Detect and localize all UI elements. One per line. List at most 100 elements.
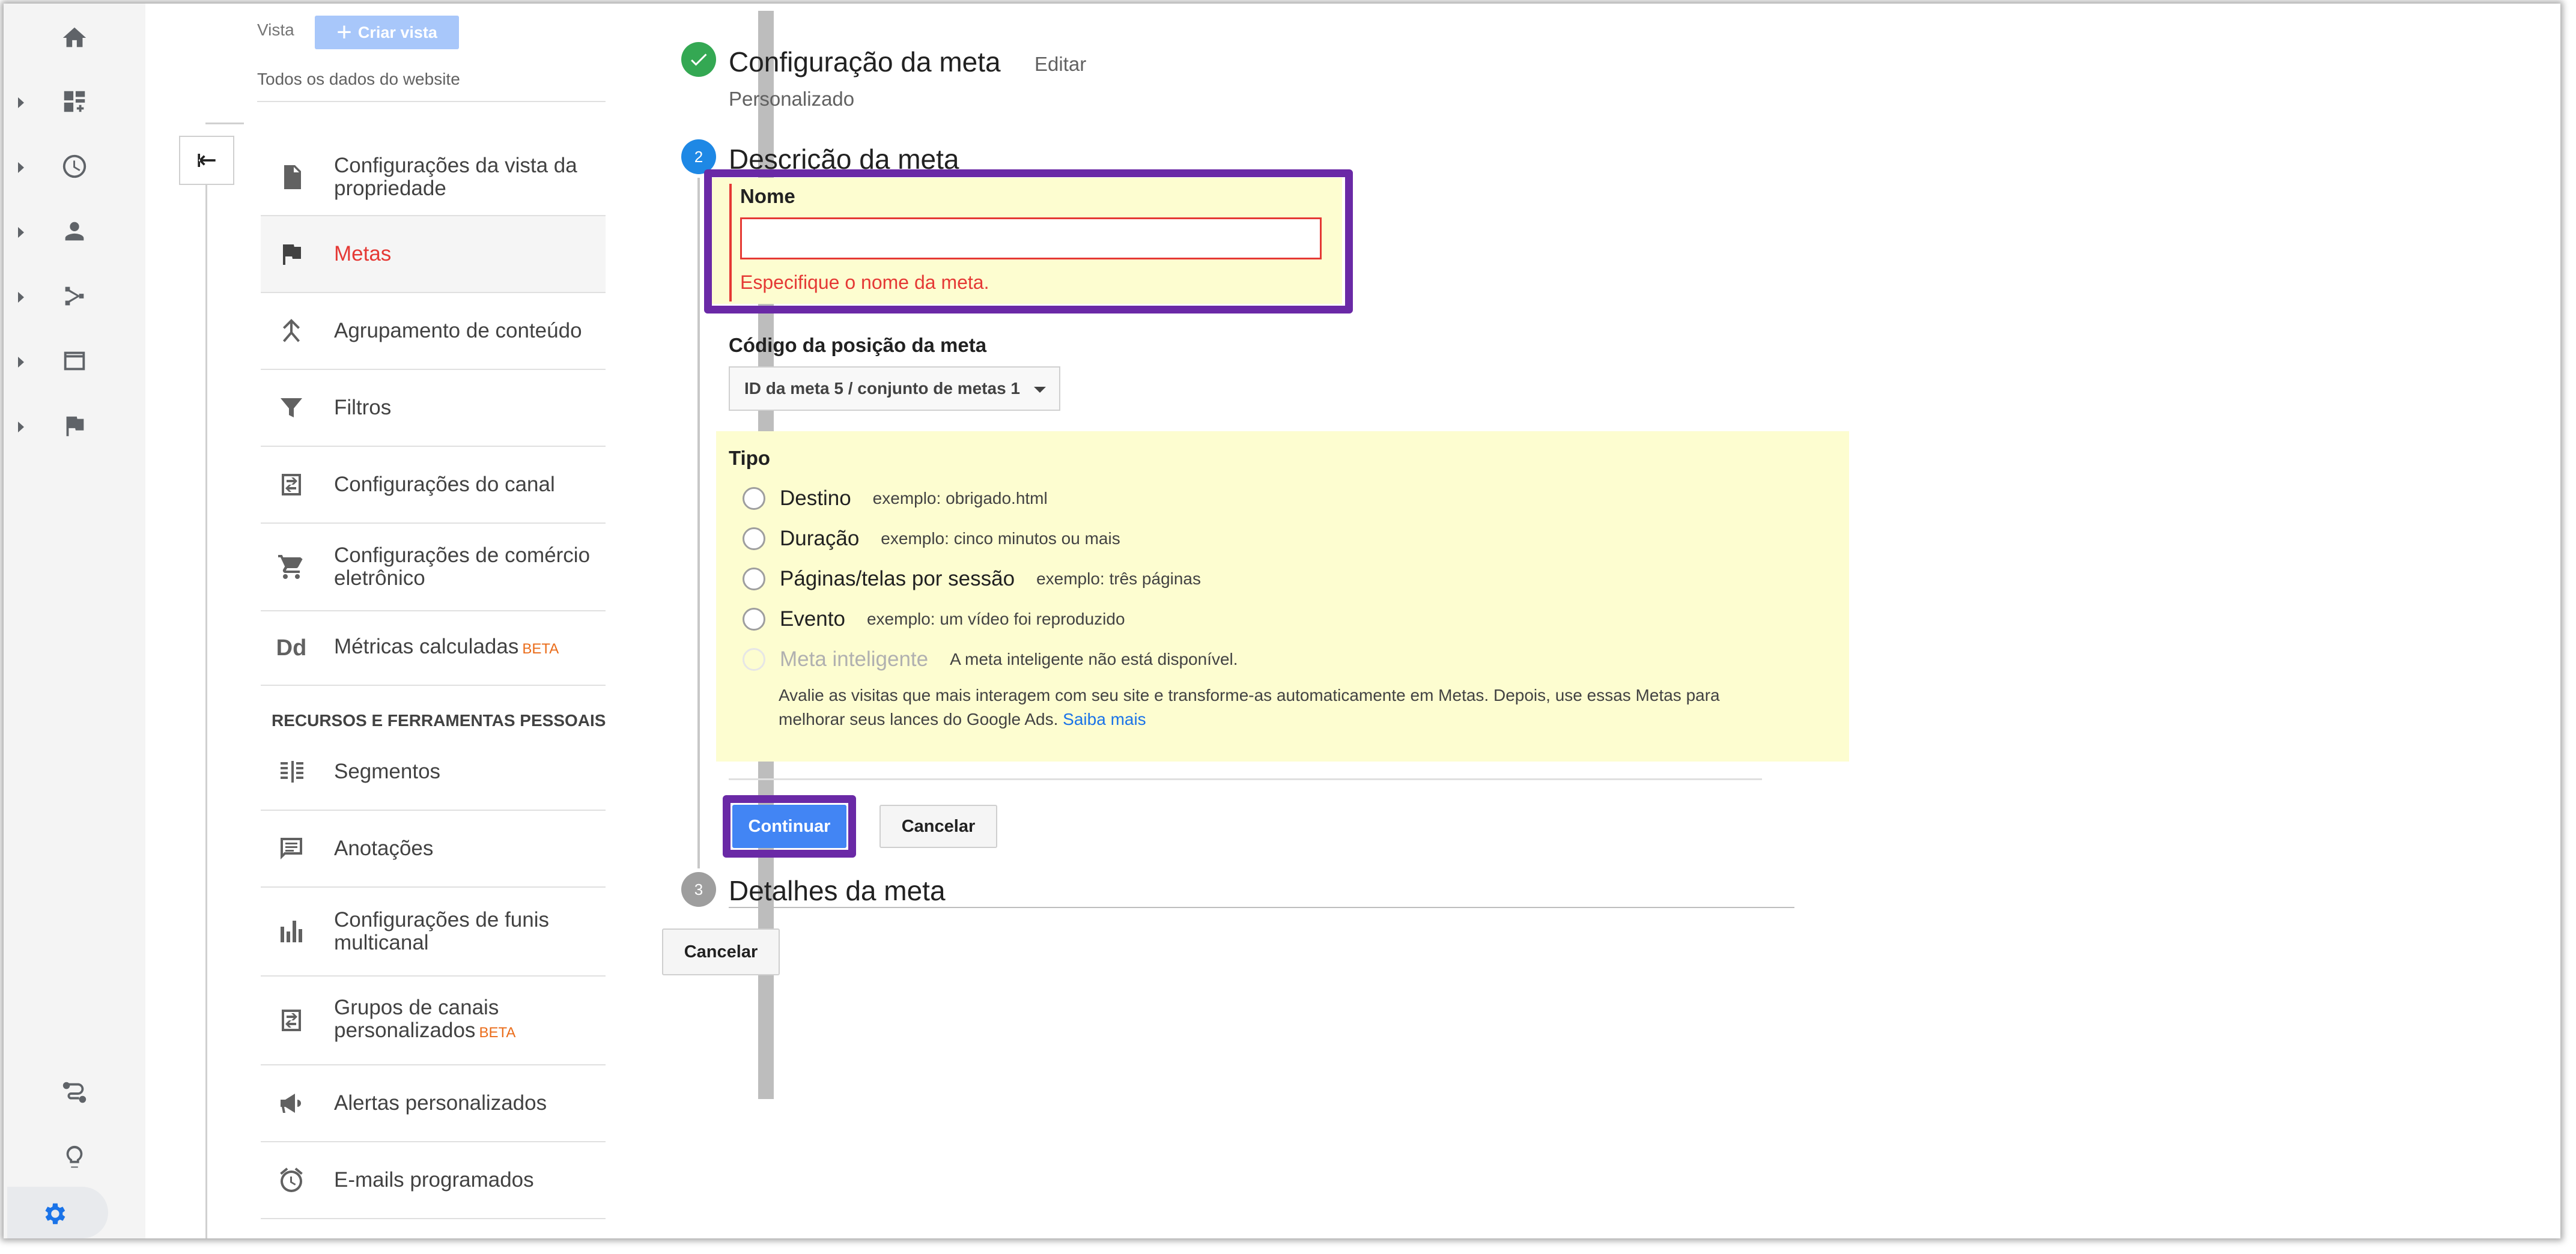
nav-item-filters[interactable]: Filtros xyxy=(261,370,606,447)
continue-highlight-box xyxy=(723,795,856,858)
expand-caret-icon xyxy=(18,227,24,238)
radio-button[interactable] xyxy=(743,568,765,590)
option-label: Meta inteligente xyxy=(780,647,929,671)
flag-icon xyxy=(275,238,308,270)
back-arrow-icon xyxy=(198,154,216,167)
nav-item-label: E-mails programados xyxy=(334,1168,534,1192)
check-icon xyxy=(681,42,716,77)
vista-label: Vista xyxy=(257,20,294,39)
nav-item-mcf-settings[interactable]: Configurações de funis multicanal xyxy=(261,888,606,977)
cancel-all-button[interactable]: Cancelar xyxy=(662,928,780,975)
realtime-nav[interactable] xyxy=(4,141,145,195)
acquisition-icon xyxy=(61,282,88,313)
type-option-event[interactable]: Evento exemplo: um vídeo foi reproduzido xyxy=(743,607,1125,631)
expand-caret-icon xyxy=(18,292,24,303)
nav-item-custom-channel-groups[interactable]: Grupos de canais personalizados BETA xyxy=(261,977,606,1065)
edit-link[interactable]: Editar xyxy=(1034,53,1086,76)
conversions-nav[interactable] xyxy=(4,400,145,454)
option-example: exemplo: três páginas xyxy=(1036,569,1201,588)
expand-caret-icon xyxy=(18,162,24,173)
channel-icon xyxy=(275,468,308,501)
nav-item-label: Filtros xyxy=(334,396,392,419)
gear-icon[interactable] xyxy=(4,1187,105,1238)
smart-goal-text: Avalie as visitas que mais interagem com… xyxy=(779,686,1720,728)
channel-groups-icon xyxy=(275,1004,308,1037)
dashboard-icon xyxy=(61,88,88,118)
acquisition-nav[interactable] xyxy=(4,270,145,324)
calculated-metrics-label: Métricas calculadas xyxy=(334,635,519,658)
goal-setup-panel: Configuração da meta Editar Personalizad… xyxy=(634,4,2560,1238)
nav-item-label: Segmentos xyxy=(334,760,441,783)
tree-connector xyxy=(205,123,244,124)
step1-title: Configuração da meta xyxy=(729,46,1001,77)
alarm-clock-icon xyxy=(275,1164,308,1196)
dd-icon: Dd xyxy=(276,635,307,661)
divider xyxy=(257,101,606,102)
beta-badge: BETA xyxy=(522,641,559,657)
nav-item-content-grouping[interactable]: Agrupamento de conteúdo xyxy=(261,293,606,370)
behavior-nav[interactable] xyxy=(4,335,145,389)
option-label: Duração xyxy=(780,527,860,550)
nav-item-ecommerce[interactable]: Configurações de comércio eletrônico xyxy=(261,524,606,611)
nav-item-channel-settings[interactable]: Configurações do canal xyxy=(261,447,606,524)
type-option-duration[interactable]: Duração exemplo: cinco minutos ou mais xyxy=(743,527,1120,551)
route-icon[interactable] xyxy=(4,1065,145,1119)
view-selector[interactable]: Todos os dados do website xyxy=(257,70,460,89)
goal-slot-label: Código da posição da meta xyxy=(729,334,987,356)
cart-icon xyxy=(275,551,308,583)
nav-item-annotations[interactable]: Anotações xyxy=(261,811,606,888)
nav-item-custom-alerts[interactable]: Alertas personalizados xyxy=(261,1065,606,1142)
expand-caret-icon xyxy=(18,422,24,432)
radio-button[interactable] xyxy=(743,527,765,550)
create-view-label: Criar vista xyxy=(357,23,437,41)
left-rail xyxy=(4,4,145,1238)
step-connector xyxy=(697,178,700,868)
person-icon xyxy=(61,217,88,248)
type-option-smart-goal: Meta inteligente A meta inteligente não … xyxy=(743,647,1238,671)
type-label: Tipo xyxy=(729,447,771,469)
nav-item-label: Agrupamento de conteúdo xyxy=(334,319,582,342)
nav-item-segments[interactable]: Segmentos xyxy=(261,734,606,811)
megaphone-icon xyxy=(275,1087,308,1119)
nav-item-label: Alertas personalizados xyxy=(334,1091,547,1115)
nav-item-label: Grupos de canais personalizados BETA xyxy=(334,996,598,1044)
flag-icon xyxy=(61,412,88,443)
plus-icon: + xyxy=(336,17,352,47)
beta-badge: BETA xyxy=(479,1025,516,1041)
nav-item-label: Configurações de comércio eletrônico xyxy=(334,544,591,590)
behavior-icon xyxy=(61,347,88,378)
cancel-button[interactable]: Cancelar xyxy=(879,805,997,848)
customization-nav[interactable] xyxy=(4,76,145,130)
step3-title: Detalhes da meta xyxy=(729,875,946,906)
filter-icon xyxy=(275,392,308,424)
learn-more-link[interactable]: Saiba mais xyxy=(1063,710,1146,728)
admin-view-column: Vista + Criar vista Todos os dados do we… xyxy=(145,4,774,1238)
nav-item-calculated-metrics[interactable]: Dd Métricas calculadas BETA xyxy=(261,611,606,686)
type-option-destination[interactable]: Destino exemplo: obrigado.html xyxy=(743,486,1048,510)
radio-button[interactable] xyxy=(743,487,765,510)
goal-slot-value: ID da meta 5 / conjunto de metas 1 xyxy=(744,379,1021,398)
radio-button[interactable] xyxy=(743,608,765,631)
nav-item-label: Métricas calculadas BETA xyxy=(334,635,559,661)
chevron-down-icon xyxy=(1034,387,1046,393)
divider xyxy=(729,907,1794,908)
tree-line xyxy=(205,148,207,1238)
clock-icon xyxy=(61,153,88,183)
nav-item-goals[interactable]: Metas xyxy=(261,216,606,293)
step3-badge: 3 xyxy=(681,872,716,907)
audience-nav[interactable] xyxy=(4,205,145,259)
type-option-pages[interactable]: Páginas/telas por sessão exemplo: três p… xyxy=(743,567,1201,591)
nav-item-view-settings[interactable]: Configurações da vista da propriedade xyxy=(261,139,606,216)
nav-item-scheduled-emails[interactable]: E-mails programados xyxy=(261,1142,606,1219)
custom-channel-groups-label: Grupos de canais personalizados xyxy=(334,996,499,1042)
lightbulb-icon[interactable] xyxy=(4,1130,145,1184)
back-button[interactable] xyxy=(179,136,234,185)
step1-subtitle: Personalizado xyxy=(729,88,855,110)
create-view-button[interactable]: + Criar vista xyxy=(315,16,459,49)
option-example: A meta inteligente não está disponível. xyxy=(950,650,1238,668)
segments-icon xyxy=(275,756,308,788)
goal-slot-select[interactable]: ID da meta 5 / conjunto de metas 1 xyxy=(729,366,1060,411)
home-icon[interactable] xyxy=(4,11,145,65)
option-example: exemplo: cinco minutos ou mais xyxy=(881,529,1120,548)
option-label: Destino xyxy=(780,486,851,510)
